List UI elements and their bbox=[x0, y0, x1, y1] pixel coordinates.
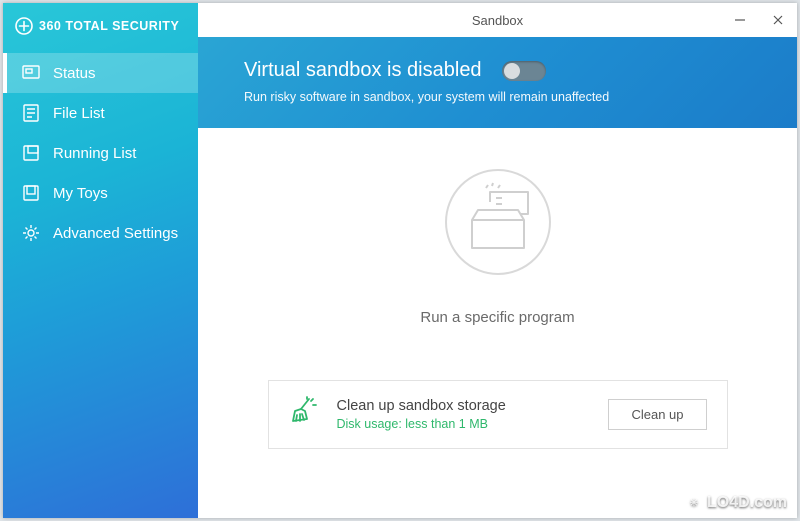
close-button[interactable] bbox=[765, 7, 791, 33]
sidebar-item-label: Advanced Settings bbox=[53, 225, 178, 242]
sidebar-item-running-list[interactable]: Running List bbox=[3, 133, 198, 173]
window-controls bbox=[727, 3, 791, 37]
cleanup-subtitle: Disk usage: less than 1 MB bbox=[337, 417, 593, 431]
sandbox-illustration bbox=[438, 162, 558, 287]
sidebar-item-label: Running List bbox=[53, 145, 136, 162]
sidebar-item-advanced-settings[interactable]: Advanced Settings bbox=[3, 213, 198, 253]
brand-logo: 360 TOTAL SECURITY bbox=[3, 11, 198, 53]
sidebar-item-label: File List bbox=[53, 105, 105, 122]
sidebar-item-status[interactable]: Status bbox=[3, 53, 198, 93]
main-area: Sandbox Virtual sandbox is disabled Run … bbox=[198, 3, 797, 518]
status-icon bbox=[21, 63, 41, 83]
sidebar-item-label: Status bbox=[53, 65, 96, 82]
window-title: Sandbox bbox=[472, 13, 523, 28]
titlebar: Sandbox bbox=[198, 3, 797, 37]
brand-text: 360 TOTAL SECURITY bbox=[39, 19, 179, 33]
brand-mark-icon bbox=[15, 17, 33, 35]
my-toys-icon bbox=[21, 183, 41, 203]
cleanup-card: Clean up sandbox storage Disk usage: les… bbox=[268, 380, 728, 449]
running-list-icon bbox=[21, 143, 41, 163]
sidebar: 360 TOTAL SECURITY Status bbox=[3, 3, 198, 518]
content-area: Run a specific program Clean up sandbox … bbox=[198, 128, 797, 518]
cleanup-button[interactable]: Clean up bbox=[608, 399, 706, 430]
hero-title-text: Virtual sandbox is disabled bbox=[244, 59, 482, 82]
run-program-label[interactable]: Run a specific program bbox=[420, 309, 574, 326]
sidebar-item-my-toys[interactable]: My Toys bbox=[3, 173, 198, 213]
broom-icon bbox=[287, 395, 321, 434]
sidebar-item-file-list[interactable]: File List bbox=[3, 93, 198, 133]
settings-icon bbox=[21, 223, 41, 243]
hero-subtitle: Run risky software in sandbox, your syst… bbox=[244, 90, 767, 104]
hero-banner: Virtual sandbox is disabled Run risky so… bbox=[198, 37, 797, 128]
toggle-knob bbox=[504, 63, 520, 79]
sidebar-item-label: My Toys bbox=[53, 185, 108, 202]
sandbox-toggle[interactable] bbox=[502, 61, 546, 81]
sidebar-nav: Status File List Running bbox=[3, 53, 198, 253]
app-window: 360 TOTAL SECURITY Status bbox=[3, 3, 797, 518]
file-list-icon bbox=[21, 103, 41, 123]
cleanup-title: Clean up sandbox storage bbox=[337, 398, 593, 414]
minimize-button[interactable] bbox=[727, 7, 753, 33]
cleanup-text: Clean up sandbox storage Disk usage: les… bbox=[337, 398, 593, 431]
